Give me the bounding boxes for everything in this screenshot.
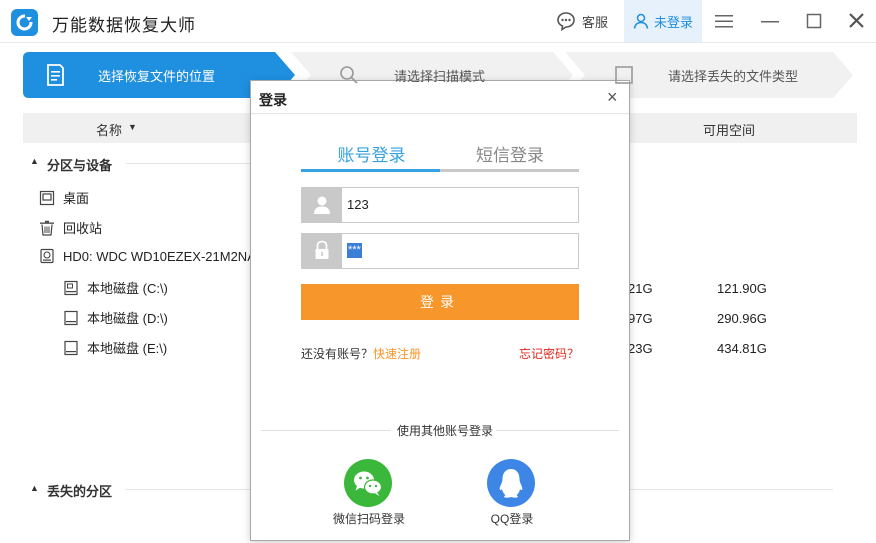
tree-item-desktop[interactable]: 桌面 — [39, 188, 89, 207]
disk-c-total: 21G — [628, 281, 653, 296]
column-free-space-header[interactable]: 可用空间 — [703, 120, 755, 139]
maximize-icon — [806, 13, 822, 29]
minimize-button[interactable] — [758, 11, 782, 31]
user-icon — [302, 188, 342, 222]
tree-item-label: 回收站 — [63, 221, 103, 236]
dialog-divider — [251, 113, 629, 114]
section-divider — [126, 163, 251, 164]
disk-c-free: 121.90G — [717, 281, 767, 296]
tree-item-label: 本地磁盘 (D:\) — [87, 311, 168, 326]
qq-login-label[interactable]: QQ登录 — [476, 510, 548, 527]
dialog-title: 登录 — [259, 92, 287, 108]
password-input[interactable]: *** — [301, 233, 579, 269]
lock-icon — [302, 234, 342, 268]
tree-item-hd0[interactable]: HD0: WDC WD10EZEX-21M2NA0 — [39, 248, 263, 264]
tree-item-recycle-bin[interactable]: 回收站 — [39, 218, 102, 237]
divider-right — [496, 430, 619, 431]
sort-down-icon: ▼ — [128, 122, 137, 132]
disk-d-total: 97G — [628, 311, 653, 326]
disk-e-total: 23G — [628, 341, 653, 356]
tree-item-disk-d[interactable]: 本地磁盘 (D:\) — [63, 308, 168, 327]
step-2-label: 请选择扫描模式 — [394, 68, 486, 84]
hamburger-menu-icon — [715, 15, 733, 28]
step-3-label: 请选择丢失的文件类型 — [668, 68, 799, 84]
disk-icon — [64, 310, 78, 325]
minimize-icon — [761, 21, 779, 23]
desktop-icon — [39, 190, 55, 205]
close-window-button[interactable] — [845, 11, 869, 31]
file-type-icon — [615, 66, 633, 84]
password-value: *** — [347, 243, 362, 258]
username-input[interactable]: 123 — [301, 187, 579, 223]
section-devices-title: 分区与设备 — [47, 158, 113, 173]
wechat-login-label[interactable]: 微信扫码登录 — [331, 510, 407, 527]
app-title: 万能数据恢复大师 — [52, 16, 196, 35]
tree-item-label: HD0: WDC WD10EZEX-21M2NA0 — [63, 248, 264, 264]
section-divider — [629, 489, 833, 490]
qq-icon[interactable] — [487, 459, 535, 507]
other-login-label: 使用其他账号登录 — [397, 424, 494, 438]
tree-item-label: 本地磁盘 (E:\) — [87, 341, 168, 356]
tree-item-disk-c[interactable]: 本地磁盘 (C:\) — [63, 278, 168, 297]
forgot-password-link[interactable]: 忘记密码？ — [519, 345, 579, 362]
tab-active-indicator — [301, 169, 440, 172]
tree-item-disk-e[interactable]: 本地磁盘 (E:\) — [63, 338, 167, 357]
section-divider — [126, 489, 251, 490]
hard-disk-icon — [40, 248, 54, 264]
username-value: 123 — [347, 197, 369, 212]
step-1-label: 选择恢复文件的位置 — [98, 68, 216, 84]
disk-d-free: 290.96G — [717, 311, 767, 326]
dialog-close-icon[interactable]: × — [607, 87, 618, 107]
app-logo-icon — [11, 9, 38, 36]
login-dialog: 登录 × 账号登录 短信登录 123 *** 登录 还没有账号？快速注册 忘记密… — [250, 80, 630, 541]
divider-left — [261, 430, 391, 431]
login-status-label: 未登录 — [653, 14, 693, 30]
no-account-label: 还没有账号？ — [301, 347, 374, 361]
no-account-text: 还没有账号？快速注册 — [301, 345, 421, 362]
user-icon — [633, 13, 649, 29]
document-icon — [47, 64, 64, 86]
customer-service-button[interactable]: 客服 — [556, 10, 608, 32]
system-disk-icon — [64, 280, 78, 295]
login-button[interactable]: 登录 — [301, 284, 579, 320]
column-name-header[interactable]: 名称 — [96, 120, 122, 139]
collapse-icon[interactable]: ▲ — [30, 483, 39, 493]
tab-account-login[interactable]: 账号登录 — [302, 141, 441, 166]
wechat-icon[interactable] — [344, 459, 392, 507]
chat-bubble-icon — [557, 12, 575, 31]
service-label: 客服 — [582, 14, 609, 30]
tree-item-label: 本地磁盘 (C:\) — [87, 281, 168, 296]
section-lost-title: 丢失的分区 — [47, 484, 113, 499]
menu-button[interactable] — [712, 11, 736, 31]
search-icon — [340, 66, 358, 84]
tab-sms-login[interactable]: 短信登录 — [441, 141, 579, 166]
collapse-icon[interactable]: ▲ — [30, 156, 39, 166]
login-status-button[interactable]: 未登录 — [624, 0, 702, 42]
maximize-button[interactable] — [802, 11, 826, 31]
disk-e-free: 434.81G — [717, 341, 767, 356]
disk-icon — [64, 340, 78, 355]
tree-item-label: 桌面 — [63, 191, 90, 206]
register-link[interactable]: 快速注册 — [373, 347, 421, 361]
trash-icon — [40, 220, 54, 236]
close-icon — [849, 13, 864, 28]
